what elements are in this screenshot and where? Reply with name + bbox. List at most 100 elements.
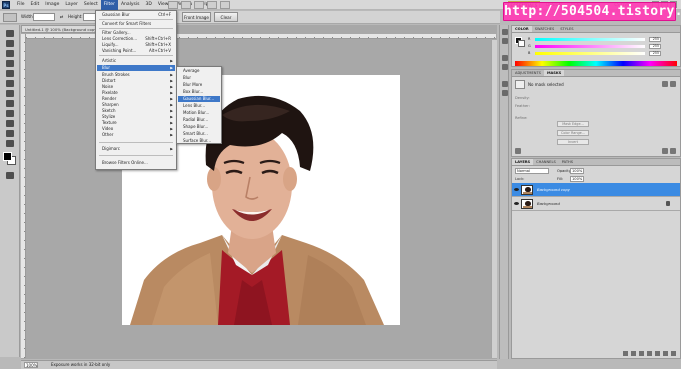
front-image-button[interactable]: Front Image [182, 12, 211, 22]
menu-item-radial-blur[interactable]: Radial Blur... [178, 117, 220, 123]
menu-item-smart-blur[interactable]: Smart Blur... [178, 131, 220, 137]
menu-item-blur-simple[interactable]: Blur [178, 75, 220, 81]
apply-mask-icon[interactable] [662, 148, 668, 154]
visibility-eye-icon[interactable] [514, 187, 519, 192]
mask-edge-button[interactable]: Mask Edge... [557, 121, 589, 127]
fill-field[interactable]: 100% [570, 176, 584, 182]
green-value[interactable]: 255 [649, 44, 661, 49]
menu-item-other[interactable]: Other ▶ [97, 132, 175, 138]
vertical-scrollbar[interactable] [491, 40, 497, 358]
quick-select-tool-icon[interactable] [3, 59, 17, 68]
tab-styles[interactable]: STYLES [557, 26, 576, 32]
width-field[interactable] [33, 13, 55, 21]
arrange-documents-icon[interactable] [207, 1, 217, 9]
tab-adjustments[interactable]: ADJUSTMENTS [512, 70, 544, 76]
clone-source-panel-icon[interactable] [502, 90, 508, 96]
menu-item-artistic[interactable]: Artistic ▶ [97, 58, 175, 64]
menu-item-blur[interactable]: Blur ▶ [97, 65, 175, 71]
foreground-color-swatch[interactable] [3, 152, 12, 161]
menu-item-digimarc[interactable]: Digimarc ▶ [97, 146, 175, 152]
menu-item-lens-blur[interactable]: Lens Blur... [178, 103, 220, 109]
document-info[interactable]: Exposure works in 32-bit only [51, 361, 110, 369]
tab-color[interactable]: COLOR [512, 26, 532, 32]
quick-mask-icon[interactable] [3, 171, 17, 180]
blend-mode-select[interactable]: Normal [515, 168, 549, 174]
move-tool-icon[interactable] [3, 29, 17, 38]
menu-item-vanishing-point[interactable]: Vanishing Point... Alt+Ctrl+V [97, 48, 175, 54]
refine-label: Refine: [515, 116, 528, 120]
color-range-button[interactable]: Color Range... [557, 130, 589, 136]
screen-mode-icon[interactable] [220, 1, 230, 9]
clone-stamp-tool-icon[interactable] [3, 109, 17, 118]
zoom-field[interactable]: 100% [24, 362, 38, 368]
layer-background-copy[interactable]: Background copy [512, 183, 680, 197]
opacity-field[interactable]: 100% [570, 168, 584, 174]
layer-style-icon[interactable] [631, 351, 636, 356]
vector-mask-icon[interactable] [670, 81, 676, 87]
menu-edit[interactable]: Edit [28, 0, 43, 10]
menu-item-browse-filters-online[interactable]: Browse Filters Online... [97, 160, 175, 166]
visibility-eye-icon[interactable] [514, 201, 519, 206]
history-panel-icon[interactable] [502, 29, 508, 35]
zoom-level-icon[interactable] [194, 1, 204, 9]
swap-icon[interactable]: ⇄ [60, 14, 63, 19]
menu-select[interactable]: Select [81, 0, 101, 10]
lasso-tool-icon[interactable] [3, 49, 17, 58]
launch-bridge-icon[interactable] [168, 1, 178, 9]
green-slider[interactable]: G 255 [528, 44, 677, 49]
menu-item-motion-blur[interactable]: Motion Blur... [178, 110, 220, 116]
menu-analysis[interactable]: Analysis [118, 0, 143, 10]
menu-item-convert-smart-filters[interactable]: Convert for Smart Filters [97, 21, 175, 27]
add-mask-icon[interactable] [639, 351, 644, 356]
link-layers-icon[interactable] [623, 351, 628, 356]
red-value[interactable]: 255 [649, 37, 661, 42]
new-layer-icon[interactable] [663, 351, 668, 356]
gradient-tool-icon[interactable] [3, 129, 17, 138]
paragraph-panel-icon[interactable] [502, 64, 508, 70]
brush-tool-icon[interactable] [3, 99, 17, 108]
delete-mask-icon[interactable] [670, 148, 676, 154]
character-panel-icon[interactable] [502, 55, 508, 61]
tab-layers[interactable]: LAYERS [512, 159, 534, 165]
tab-swatches[interactable]: SWATCHES [532, 26, 558, 32]
clear-button[interactable]: Clear [214, 12, 238, 22]
blue-slider[interactable]: B 255 [528, 51, 677, 56]
eyedropper-tool-icon[interactable] [3, 79, 17, 88]
actions-panel-icon[interactable] [502, 38, 508, 44]
menu-item-last-filter[interactable]: Gaussian Blur Ctrl+F [97, 12, 175, 18]
blue-value[interactable]: 255 [649, 51, 661, 56]
layer-name: Background [537, 201, 560, 206]
menu-image[interactable]: Image [42, 0, 62, 10]
menu-item-surface-blur[interactable]: Surface Blur... [178, 138, 220, 144]
menu-item-average[interactable]: Average [178, 68, 220, 74]
tool-preset-picker[interactable] [3, 13, 17, 22]
hand-tool-icon[interactable] [3, 139, 17, 148]
mini-bridge-icon[interactable] [181, 1, 191, 9]
tab-paths[interactable]: PATHS [559, 159, 576, 165]
color-spectrum-ramp[interactable] [515, 61, 677, 66]
menu-filter[interactable]: Filter [100, 0, 118, 10]
crop-tool-icon[interactable] [3, 69, 17, 78]
menu-item-gaussian-blur[interactable]: Gaussian Blur... [178, 96, 220, 102]
new-group-icon[interactable] [655, 351, 660, 356]
menu-item-box-blur[interactable]: Box Blur... [178, 89, 220, 95]
pixel-mask-icon[interactable] [662, 81, 668, 87]
menu-3d[interactable]: 3D [142, 0, 154, 10]
marquee-tool-icon[interactable] [3, 39, 17, 48]
red-slider[interactable]: R 255 [528, 37, 677, 42]
healing-brush-tool-icon[interactable] [3, 89, 17, 98]
menu-file[interactable]: File [14, 0, 28, 10]
tab-masks[interactable]: MASKS [543, 70, 565, 76]
invert-button[interactable]: Invert [557, 139, 589, 145]
eraser-tool-icon[interactable] [3, 119, 17, 128]
tab-channels[interactable]: CHANNELS [533, 159, 559, 165]
color-panel-swatches[interactable] [515, 37, 525, 47]
brush-panel-icon[interactable] [502, 81, 508, 87]
trash-icon[interactable] [671, 351, 676, 356]
menu-item-shape-blur[interactable]: Shape Blur... [178, 124, 220, 130]
load-selection-icon[interactable] [515, 148, 521, 154]
adjustment-layer-icon[interactable] [647, 351, 652, 356]
menu-item-blur-more[interactable]: Blur More [178, 82, 220, 88]
menu-layer[interactable]: Layer [62, 0, 81, 10]
layer-background[interactable]: Background [512, 197, 680, 211]
